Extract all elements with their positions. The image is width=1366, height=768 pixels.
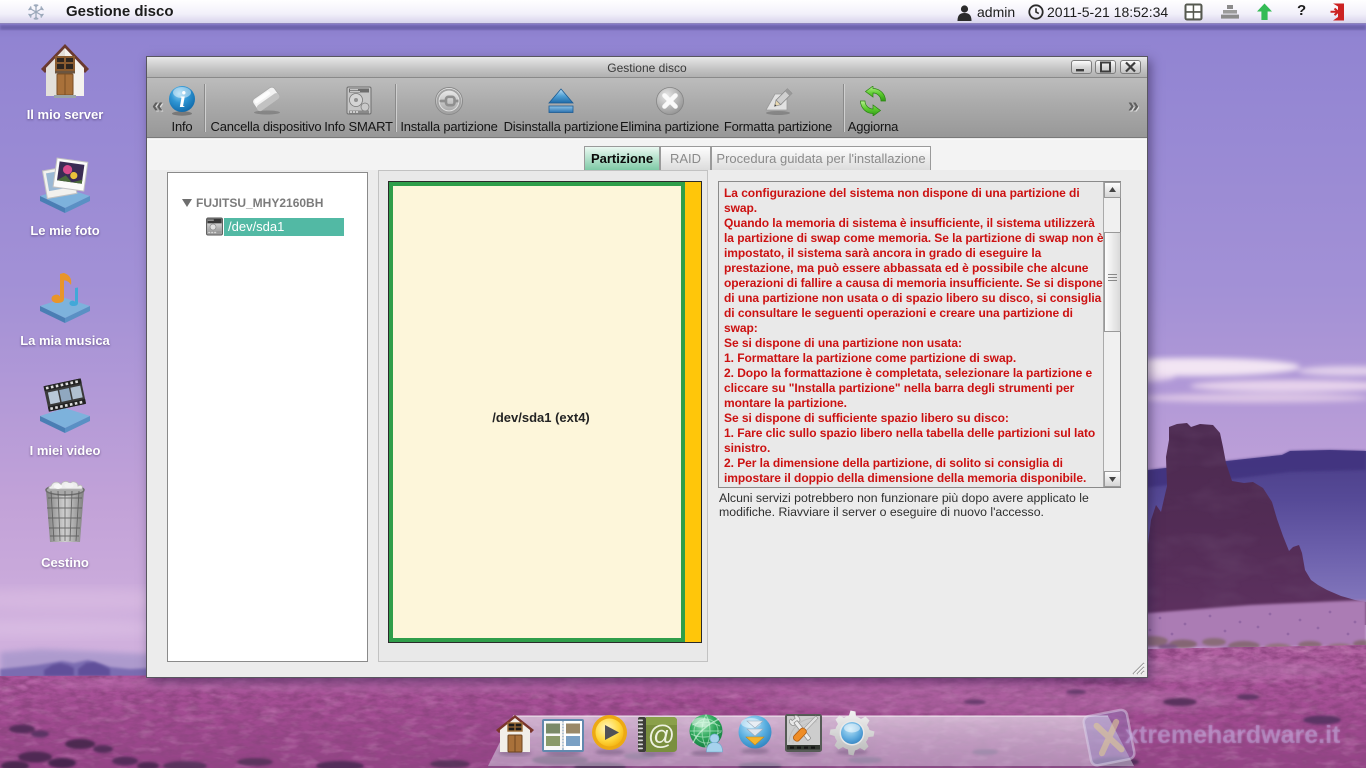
- svg-text:i: i: [179, 87, 186, 112]
